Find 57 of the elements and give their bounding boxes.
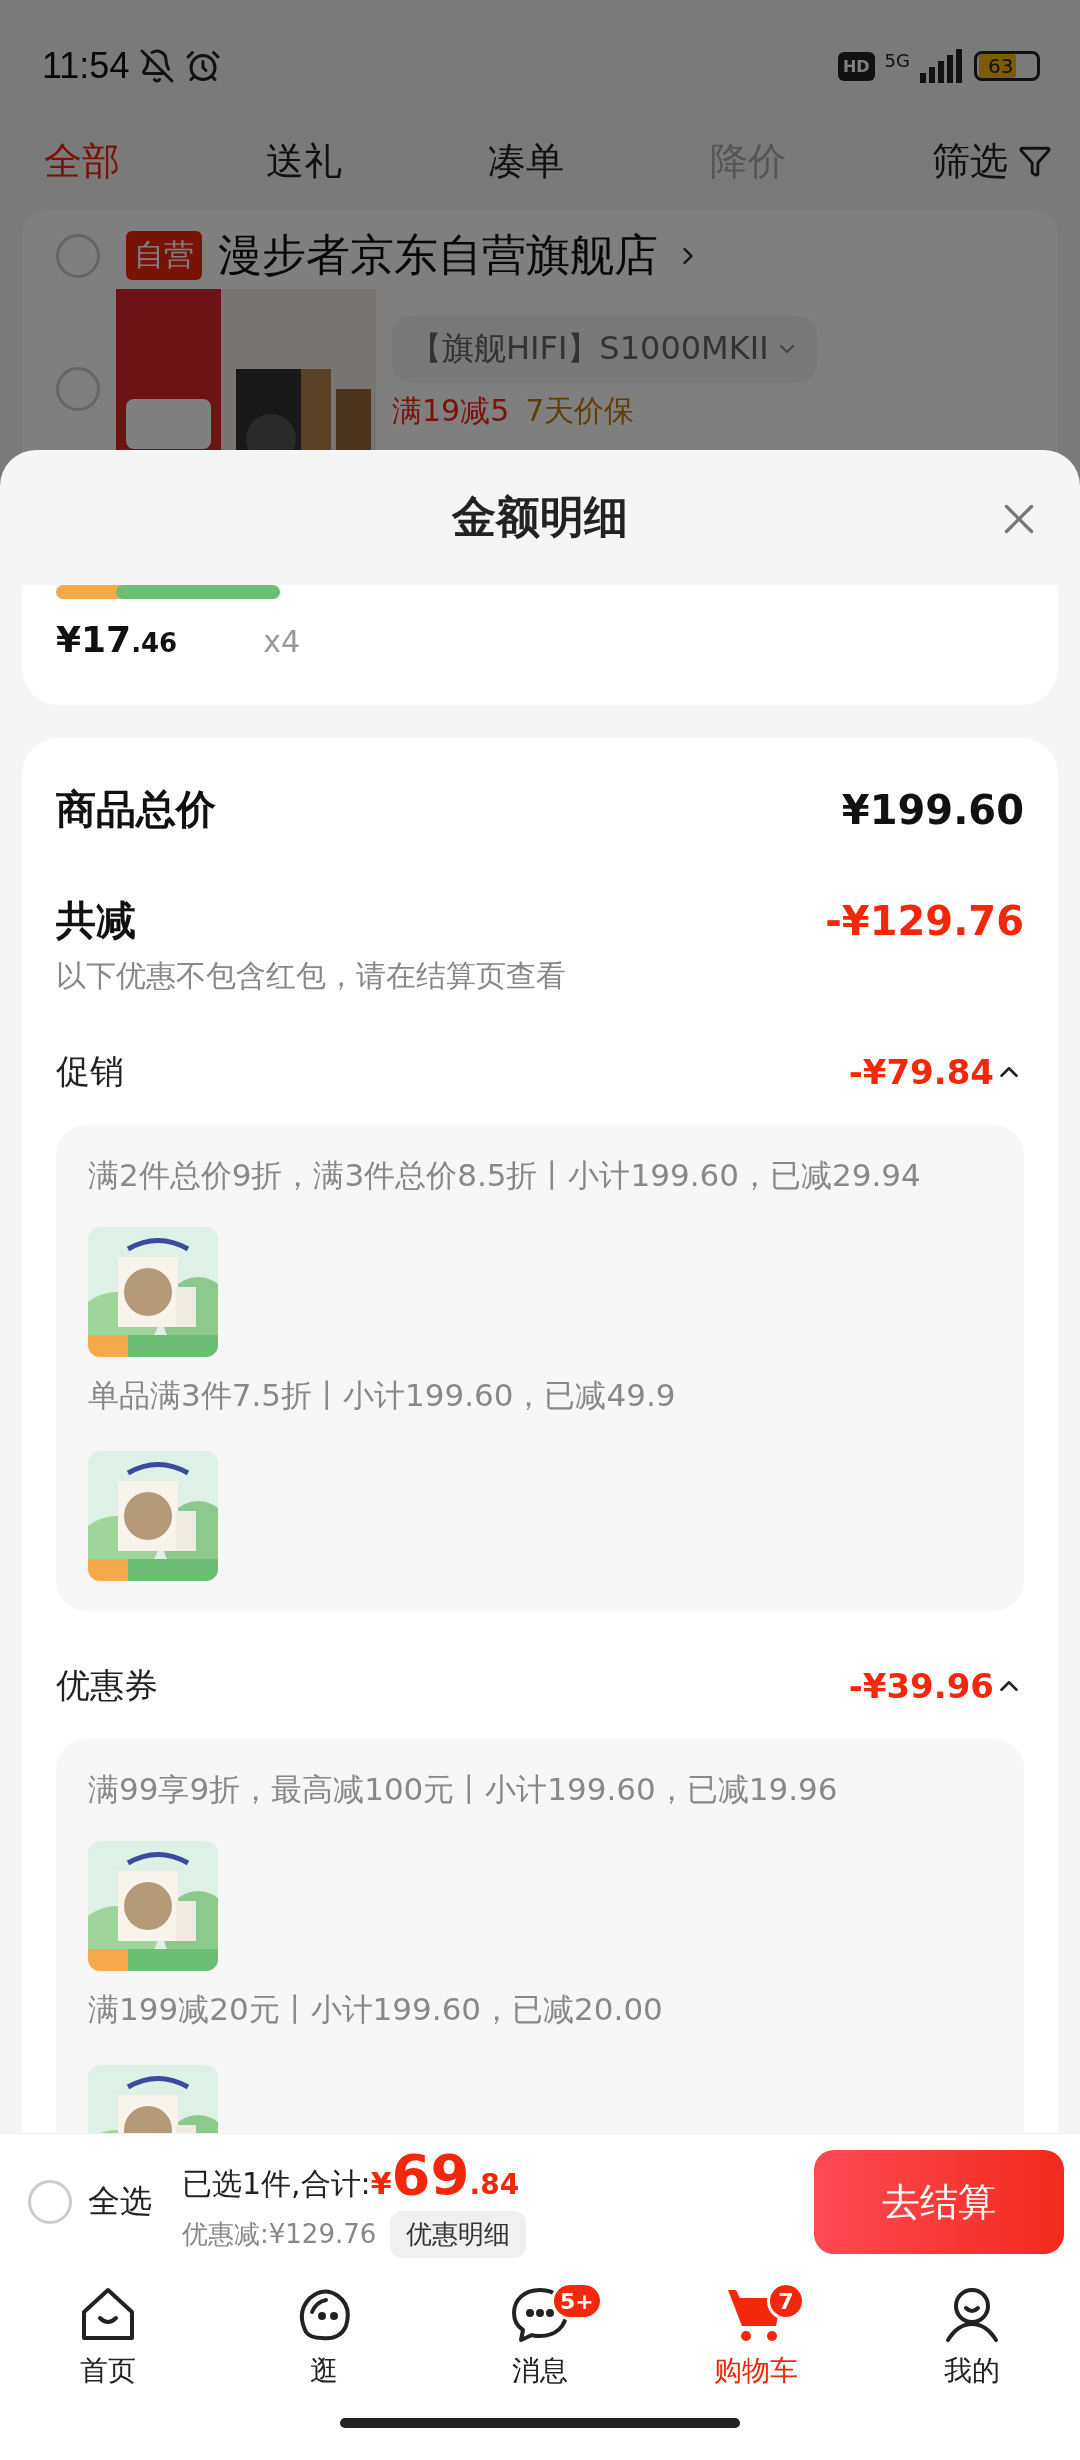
discount-total: 优惠减:¥129.76	[182, 2217, 377, 2251]
total-amount: ¥199.60	[841, 786, 1024, 833]
battery-icon: 63	[974, 51, 1040, 81]
reduction-note: 以下优惠不包含红包，请在结算页查看	[56, 957, 567, 995]
sheet-title: 金额明细	[452, 490, 628, 544]
currency-sign: ¥	[370, 2165, 392, 2201]
filter-tab[interactable]: 凑单	[488, 135, 708, 187]
select-all-radio[interactable]	[28, 2180, 72, 2224]
promo-tag: 满19减5	[392, 391, 510, 432]
signal-icon	[920, 49, 964, 83]
selected-summary: 已选1件,合计:	[182, 2164, 371, 2203]
discount-rule: 满199减20元丨小计199.60，已减20.00	[88, 1990, 664, 2029]
reduction-label: 共减	[56, 896, 136, 945]
nav-tab[interactable]: 我的	[897, 2282, 1047, 2390]
bell-off-icon	[139, 48, 176, 84]
discount-group-title: 优惠券	[56, 1664, 158, 1707]
reduction-amount: -¥129.76	[825, 897, 1024, 944]
nav-tab[interactable]: 逛	[249, 2282, 399, 2390]
self-operated-badge: 自营	[126, 231, 202, 280]
filter-tab[interactable]: 全部	[44, 135, 264, 187]
discount-group-amount[interactable]: -¥39.96	[848, 1666, 1024, 1706]
variant-selector[interactable]: 【旗舰HIFI】S1000MKII	[392, 315, 817, 383]
network-type: 5G	[884, 50, 910, 71]
discount-group-title: 促销	[56, 1050, 124, 1093]
discount-detail-button[interactable]: 优惠明细	[390, 2210, 527, 2258]
promo-tag: 7天价保	[525, 391, 635, 432]
nav-label: 逛	[310, 2353, 338, 2389]
filter-button[interactable]: 筛选	[932, 135, 1052, 187]
total-label: 商品总价	[56, 785, 216, 834]
nav-tab[interactable]: 消息 5+	[465, 2282, 615, 2390]
discount-rule: 满2件总价9折，满3件总价8.5折丨小计199.60，已减29.94	[88, 1156, 922, 1195]
item-price-cents: .46	[131, 628, 178, 658]
item-quantity: x4	[263, 624, 301, 659]
nav-label: 首页	[80, 2353, 136, 2389]
store-radio[interactable]	[56, 233, 100, 278]
checkout-button[interactable]: 去结算	[814, 2150, 1064, 2254]
discount-group-amount[interactable]: -¥79.84	[848, 1052, 1024, 1092]
discount-rule: 满99享9折，最高减100元丨小计199.60，已减19.96	[88, 1770, 839, 1809]
store-name[interactable]: 漫步者京东自营旗舰店	[218, 226, 658, 285]
filter-tab[interactable]: 送礼	[266, 135, 486, 187]
alarm-clock-icon	[185, 48, 222, 84]
total-price: 69	[391, 2146, 470, 2203]
select-all-label[interactable]: 全选	[88, 2180, 152, 2224]
nav-label: 消息	[512, 2353, 568, 2389]
total-price-cents: .84	[469, 2167, 520, 2201]
status-time: 11:54	[42, 45, 130, 87]
nav-label: 购物车	[714, 2353, 798, 2389]
hd-icon: HD	[837, 51, 875, 81]
nav-label: 我的	[944, 2353, 1000, 2389]
count-badge: 7	[767, 2282, 805, 2320]
count-badge: 5+	[551, 2282, 603, 2320]
nav-tab[interactable]: 购物车 7	[681, 2282, 831, 2390]
funnel-icon	[1018, 144, 1052, 178]
discount-rule: 单品满3件7.5折丨小计199.60，已减49.9	[88, 1376, 677, 1415]
nav-tab[interactable]: 首页	[33, 2282, 183, 2390]
item-price: ¥17	[56, 619, 132, 660]
item-radio[interactable]	[56, 367, 100, 411]
